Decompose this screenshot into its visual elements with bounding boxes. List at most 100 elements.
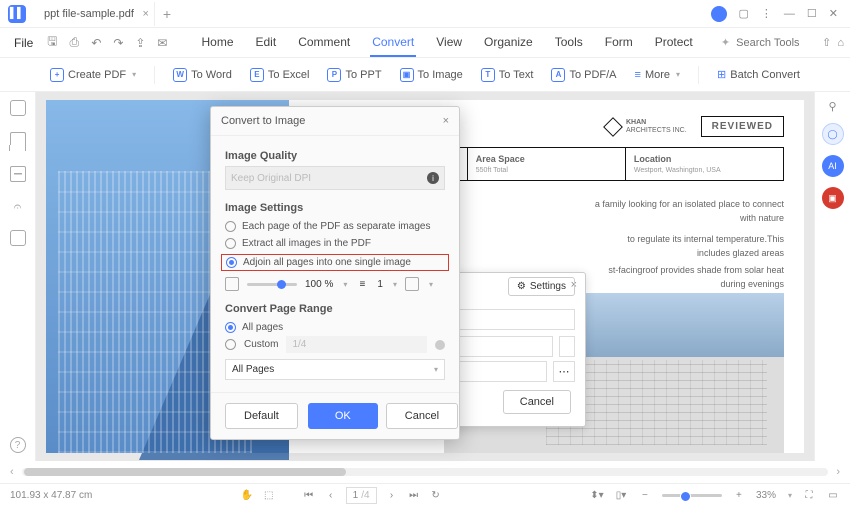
dpi-field[interactable]: Keep Original DPI i [225,166,445,190]
page-indicator[interactable]: 1/4 [346,487,377,504]
menu-form[interactable]: Form [603,29,635,57]
align-icon[interactable]: ≡ [355,279,369,290]
maximize-icon[interactable]: ☐ [807,7,817,20]
radio-icon[interactable] [225,322,236,333]
help-icon[interactable]: ? [10,437,26,453]
home-icon[interactable]: ⌂ [837,37,844,49]
stepper-icon[interactable]: ▾ [343,280,347,289]
batch-convert-button[interactable]: ⊞Batch Convert [717,68,800,81]
horizontal-scrollbar[interactable]: ‹ › [0,461,850,483]
document-tab[interactable]: ppt file-sample.pdf × [34,2,155,26]
prev-page-icon[interactable]: ‹ [324,489,338,503]
option-separate-images[interactable]: Each page of the PDF as separate images [225,218,445,235]
scroll-right-icon[interactable]: › [832,466,844,478]
menu-edit[interactable]: Edit [254,29,279,57]
print-icon[interactable]: ⎙ [63,32,85,54]
menu-protect[interactable]: Protect [653,29,695,57]
save-icon[interactable]: 🖫 [41,32,63,54]
menu-tools[interactable]: Tools [553,29,585,57]
next-page-icon[interactable]: › [385,489,399,503]
option-all-pages[interactable]: All pages [225,319,445,336]
radio-icon[interactable] [225,221,236,232]
radio-icon[interactable] [226,257,237,268]
scroll-left-icon[interactable]: ‹ [6,466,18,478]
minimize-icon[interactable]: — [784,8,795,20]
share-icon[interactable]: ⇪ [129,32,151,54]
zoom-out-icon[interactable]: − [638,489,652,503]
hand-tool-icon[interactable]: ✋ [240,489,254,503]
kebab-menu-icon[interactable]: ⋮ [761,7,772,20]
stepper-icon[interactable]: ▾ [393,280,397,289]
menu-view[interactable]: View [434,29,464,57]
dialog-title: Convert to Image [221,115,305,127]
chevron-down-icon[interactable] [559,336,575,357]
info-icon[interactable]: i [427,172,439,184]
jump-icon[interactable]: ↻ [429,489,443,503]
file-menu[interactable]: File [6,36,41,50]
fullscreen-icon[interactable]: ⛶ [802,489,816,503]
attachments-icon[interactable]: 𝄐 [10,198,26,214]
new-tab-button[interactable]: + [155,6,179,22]
fields-icon[interactable] [10,230,26,246]
text-icon: T [481,68,495,82]
cloud-icon[interactable]: ◯ [822,123,844,145]
ok-button[interactable]: OK [308,403,378,429]
undo-icon[interactable]: ↶ [85,32,107,54]
crop-icon[interactable] [225,277,239,291]
read-mode-icon[interactable]: ▭ [826,489,840,503]
close-dialog-icon[interactable]: × [443,115,449,127]
scroll-track[interactable] [22,468,829,476]
folder-browse-button[interactable]: ⋯ [553,361,575,382]
more-button[interactable]: ≡More▾ [635,69,681,81]
to-image-button[interactable]: ▣To Image [400,68,463,82]
first-page-icon[interactable]: ⏮ [302,489,316,503]
last-page-icon[interactable]: ⏭ [407,489,421,503]
option-custom-range[interactable]: Custom 1/4 [225,336,445,353]
app-shortcut-icon[interactable]: ▣ [822,187,844,209]
menu-organize[interactable]: Organize [482,29,535,57]
select-tool-icon[interactable]: ⬚ [262,489,276,503]
to-pdfa-button[interactable]: ATo PDF/A [551,68,616,82]
redo-icon[interactable]: ↷ [107,32,129,54]
zoom-slider[interactable] [247,283,297,286]
close-tab-icon[interactable]: × [142,8,148,20]
thumbnails-icon[interactable] [10,100,26,116]
mail-icon[interactable]: ✉ [151,32,173,54]
menu-home[interactable]: Home [199,29,235,57]
option-extract-images[interactable]: Extract all images in the PDF [225,235,445,252]
custom-range-input[interactable]: 1/4 [286,336,427,353]
to-text-button[interactable]: TTo Text [481,68,534,82]
radio-icon[interactable] [225,238,236,249]
to-word-button[interactable]: WTo Word [173,68,232,82]
chevron-down-icon[interactable]: ▾ [429,280,433,289]
single-page-icon[interactable]: ▯▾ [614,489,628,503]
app-menu-icon[interactable]: ▢ [739,7,749,20]
zoom-in-icon[interactable]: + [732,489,746,503]
default-button[interactable]: Default [225,403,298,429]
scroll-thumb[interactable] [24,468,347,476]
ai-assistant-icon[interactable]: AI [822,155,844,177]
search-tools[interactable]: ✦ ⇧ ⌂ [721,36,844,49]
cancel-button[interactable]: Cancel [503,390,571,414]
to-ppt-button[interactable]: PTo PPT [327,68,381,82]
close-window-icon[interactable]: ✕ [829,7,838,20]
menu-comment[interactable]: Comment [296,29,352,57]
layers-icon[interactable] [10,166,26,182]
menu-convert[interactable]: Convert [370,29,416,57]
chevron-down-icon[interactable]: ▾ [788,491,792,500]
search-input[interactable] [736,37,816,49]
bookmarks-icon[interactable] [10,132,26,150]
radio-icon[interactable] [225,339,236,350]
orientation-icon[interactable] [405,277,419,291]
option-adjoin-pages[interactable]: Adjoin all pages into one single image [221,254,449,271]
settings-button[interactable]: ⚙Settings [508,277,575,296]
create-pdf-button[interactable]: +Create PDF▾ [50,68,136,82]
fit-width-icon[interactable]: ⬍▾ [590,489,604,503]
upload-icon[interactable]: ⇧ [822,36,831,49]
to-excel-button[interactable]: ETo Excel [250,68,310,82]
properties-icon[interactable]: ⚲ [828,100,836,113]
cancel-button[interactable]: Cancel [386,403,458,429]
page-scope-select[interactable]: All Pages ▾ [225,359,445,380]
zoom-slider[interactable] [662,494,722,497]
user-avatar[interactable] [711,6,727,22]
